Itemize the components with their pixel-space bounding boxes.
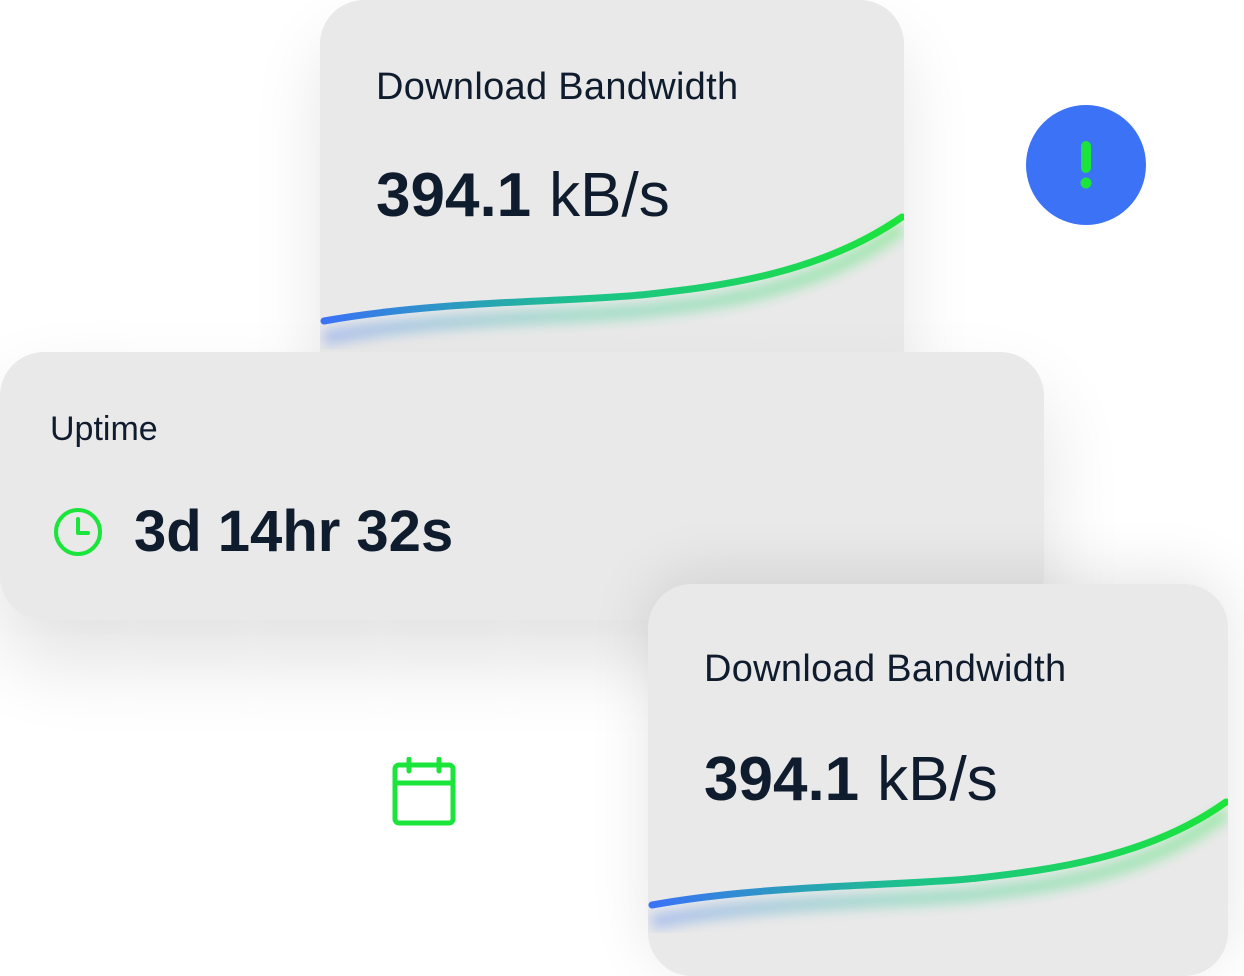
exclamation-icon (1080, 141, 1092, 189)
bandwidth-sparkline (648, 798, 1228, 929)
clock-icon (52, 506, 104, 558)
uptime-card: Uptime 3d 14hr 32s (0, 352, 1044, 620)
bandwidth-sparkline (320, 213, 904, 345)
card-title: Download Bandwidth (376, 66, 739, 108)
download-bandwidth-card-secondary: Download Bandwidth 394.1 kB/s (648, 584, 1228, 976)
uptime-value: 3d 14hr 32s (134, 499, 454, 564)
alert-badge[interactable] (1026, 105, 1146, 225)
calendar-icon (392, 757, 456, 826)
uptime-row: 3d 14hr 32s (52, 498, 453, 565)
uptime-title: Uptime (50, 410, 158, 448)
card-title: Download Bandwidth (704, 648, 1067, 690)
download-bandwidth-card: Download Bandwidth 394.1 kB/s (320, 0, 904, 391)
